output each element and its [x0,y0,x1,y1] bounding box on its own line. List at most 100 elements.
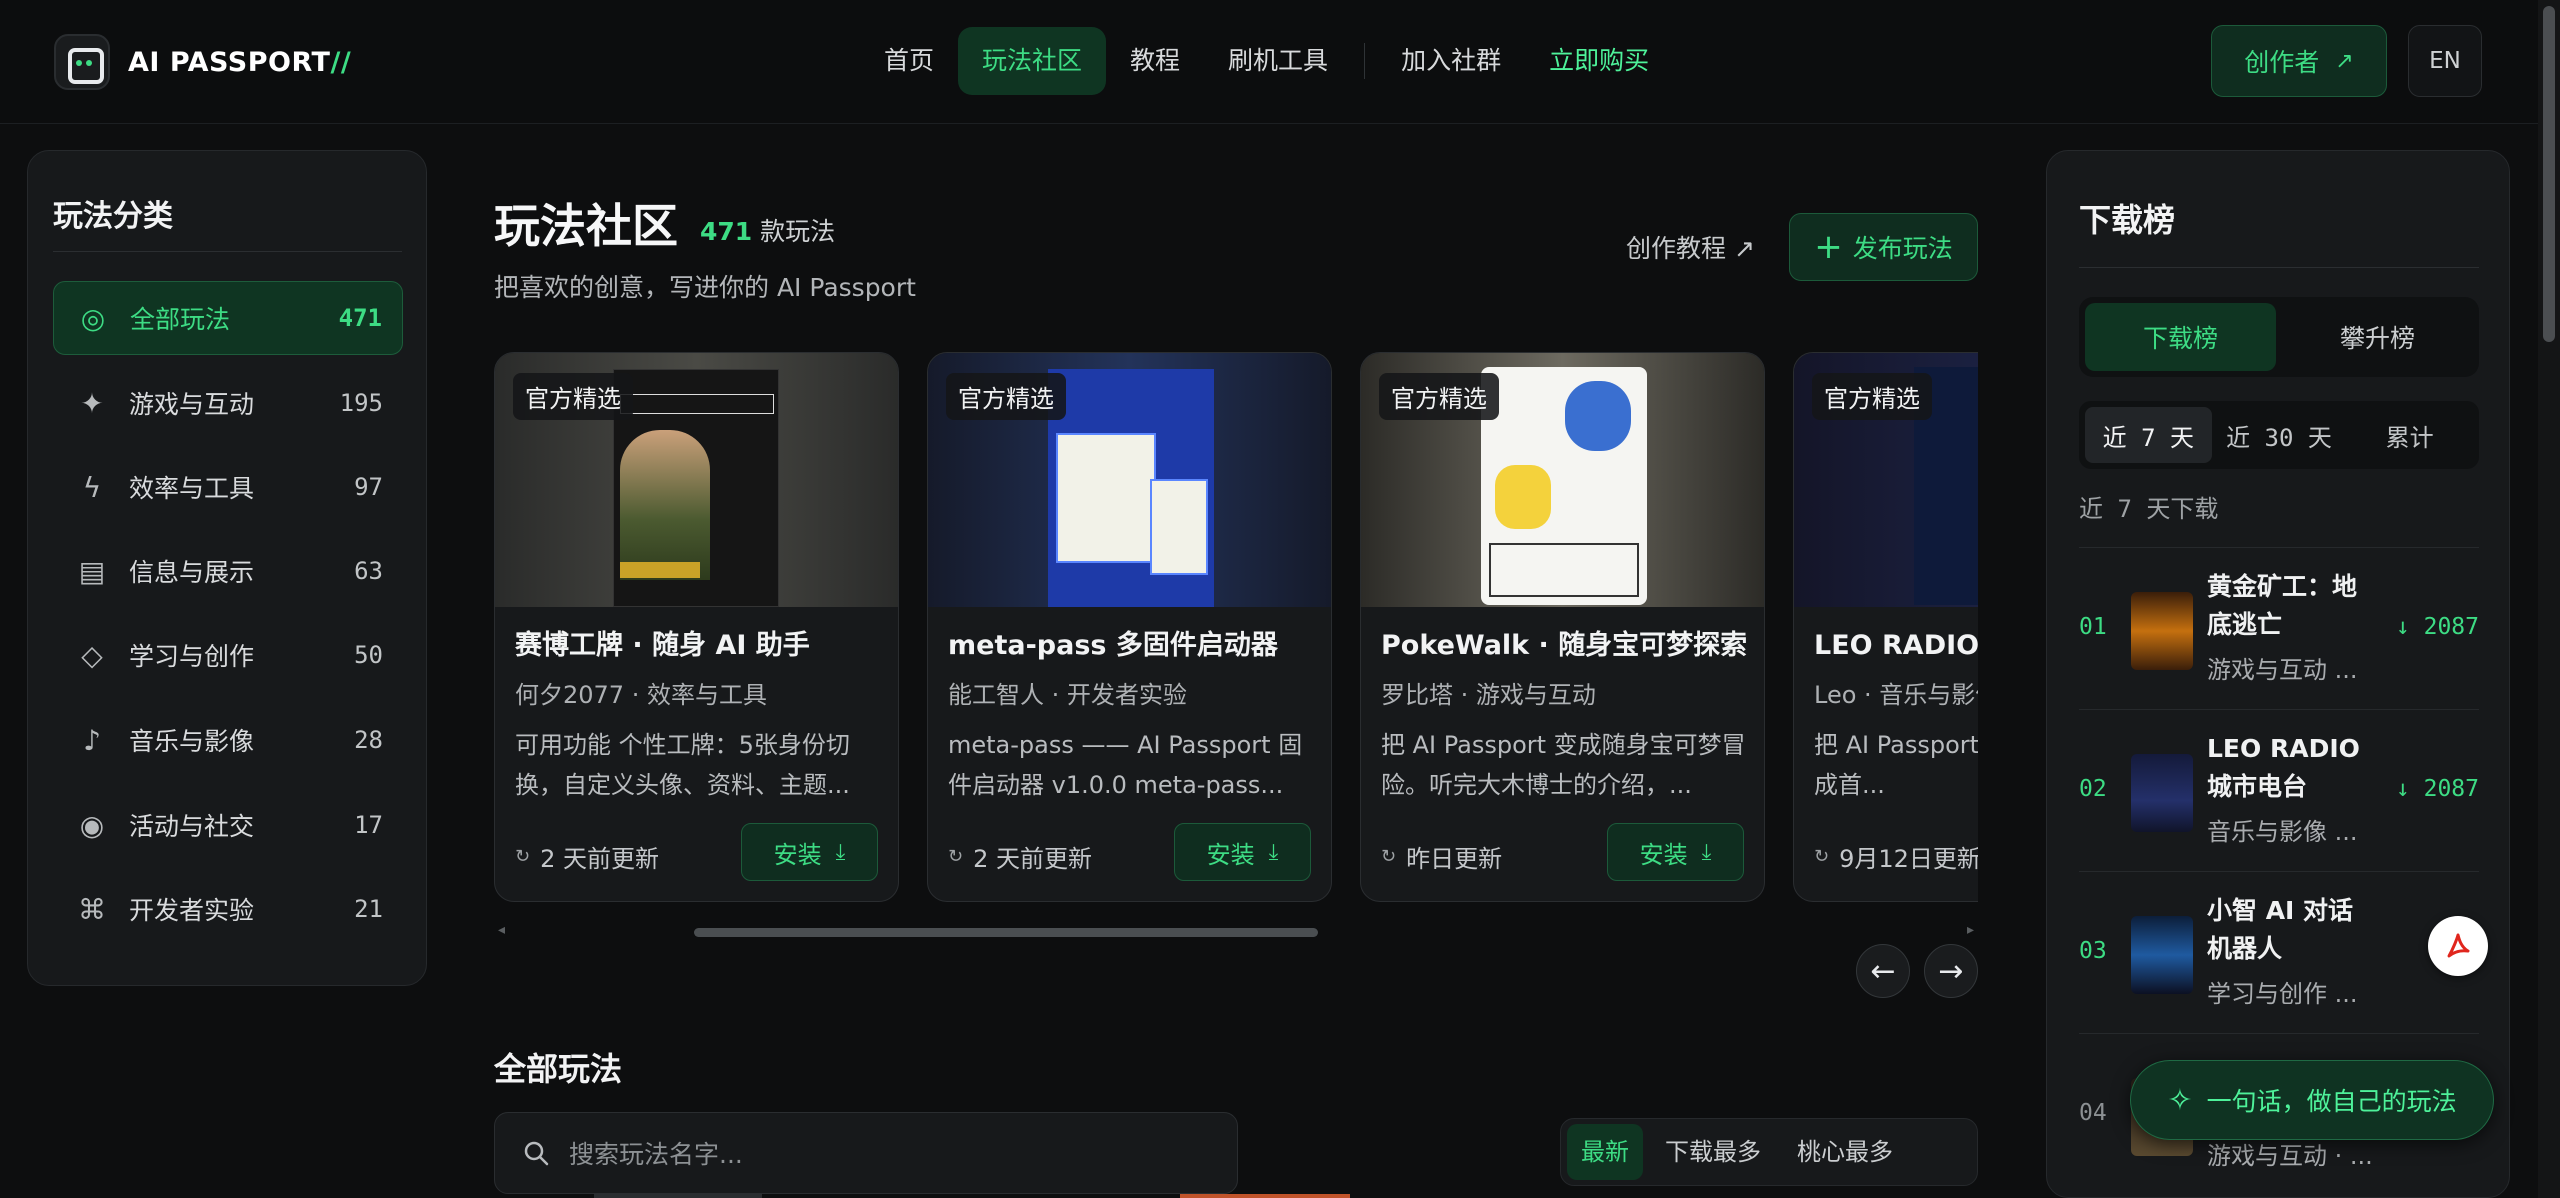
rank-name: LEO RADIO 城市电台 [2207,734,2360,801]
card-description: 把 AI Passport 变成随身宝可梦冒险。听完大木博士的介绍，... [1381,731,1746,799]
range-7-days[interactable]: 近 7 天 [2085,407,2212,463]
range-all-time[interactable]: 累计 [2346,407,2473,463]
install-button[interactable]: 安装 ⤓ [1607,823,1744,881]
card-meta: 能工智人 · 开发者实验 [948,681,1187,709]
install-button[interactable]: 安装 ⤓ [741,823,878,881]
scroll-left-icon[interactable]: ◂ [498,922,505,938]
nav-join-group[interactable]: 加入社群 [1377,27,1525,95]
category-learning[interactable]: ◇ 学习与创作 50 [53,618,403,692]
arrow-up-right-icon: ↗ [2335,48,2354,74]
sort-latest[interactable]: 最新 [1567,1124,1643,1180]
card-meta: 罗比塔 · 游戏与互动 [1381,681,1596,709]
creator-button[interactable]: 创作者 ↗ [2211,25,2387,97]
category-social[interactable]: ◉ 活动与社交 17 [53,788,403,862]
ranking-item[interactable]: 01 黄金矿工：地底逃亡 游戏与互动 ... ↓ 2087 [2079,547,2479,709]
category-count: 17 [354,811,383,839]
category-count: 28 [354,726,383,754]
rank-category: 游戏与互动 · ... [2207,1142,2373,1170]
rank-thumbnail [2131,916,2193,994]
category-productivity[interactable]: ϟ 效率与工具 97 [53,450,403,524]
scroll-right-icon[interactable]: ▸ [1967,922,1974,938]
featured-card[interactable]: 官方精选 赛博工牌 · 随身 AI 助手 何夕2077 · 效率与工具 可用功能… [494,352,899,902]
tutorial-link[interactable]: 创作教程 ↗ [1626,229,1755,265]
featured-badge: 官方精选 [513,373,633,420]
page-scrollbar[interactable] [2538,0,2560,1198]
category-label: 音乐与影像 [129,727,255,756]
target-icon: ◎ [80,301,106,335]
sort-most-likes[interactable]: 桃心最多 [1783,1124,1907,1180]
card-title[interactable]: PokeWalk · 随身宝可梦探索 [1381,623,1747,662]
install-button[interactable]: 安装 ⤓ [1174,823,1311,881]
search-icon [524,1141,549,1166]
nav-home[interactable]: 首页 [860,27,958,95]
list-icon: ▤ [78,554,106,588]
nav-divider [1364,43,1366,79]
featured-card[interactable]: 官方精选 meta-pass 多固件启动器 能工智人 · 开发者实验 meta-… [927,352,1332,902]
all-section-title: 全部玩法 [494,1050,623,1088]
scrollbar-thumb[interactable] [2543,6,2555,342]
rank-name: 小智 AI 对话机器人 [2207,896,2354,963]
nav-buy-now[interactable]: 立即购买 [1525,27,1673,95]
category-games[interactable]: ✦ 游戏与互动 195 [53,366,403,440]
search-box[interactable]: 搜索玩法名字... [494,1112,1238,1194]
ranking-item[interactable]: 02 LEO RADIO 城市电台 音乐与影像 ... ↓ 2087 [2079,709,2479,871]
total-count: 471 款玩法 [700,217,836,246]
category-label: 游戏与互动 [129,390,255,419]
sort-most-downloads[interactable]: 下载最多 [1651,1124,1775,1180]
nav-flash-tool[interactable]: 刷机工具 [1204,27,1352,95]
category-label: 效率与工具 [129,474,255,503]
refresh-icon: ↻ [1381,846,1397,867]
category-sidebar: 玩法分类 ◎ 全部玩法 471 ✦ 游戏与互动 195 ϟ 效率与工具 97 ▤… [27,150,427,986]
category-count: 21 [354,895,383,923]
language-button[interactable]: EN [2408,25,2482,97]
divider [53,251,402,252]
category-count: 63 [354,557,383,585]
nav-tutorial[interactable]: 教程 [1106,27,1204,95]
scrollbar-thumb[interactable] [694,928,1318,937]
card-updated: ↻ 2 天前更新 [948,845,1092,873]
card-title[interactable]: meta-pass 多固件启动器 [948,623,1278,662]
ranking-title: 下载榜 [2079,201,2176,239]
tab-downloads[interactable]: 下载榜 [2085,303,2276,371]
category-count: 471 [338,304,382,332]
sidebar-title: 玩法分类 [53,199,173,234]
category-count: 195 [339,389,383,417]
card-peek [1180,1194,1350,1198]
pdf-button[interactable] [2428,916,2488,976]
category-developer[interactable]: ⌘ 开发者实验 21 [53,872,403,946]
carousel-prev-button[interactable]: ← [1856,944,1910,998]
ai-create-button[interactable]: ✧ 一句话，做自己的玩法 [2130,1060,2494,1140]
category-music[interactable]: ♪ 音乐与影像 28 [53,703,403,777]
carousel-scrollbar[interactable]: ◂ ▸ [494,922,1978,938]
card-peek [594,1194,762,1198]
logo[interactable]: AI PASSPORT// [54,34,351,90]
featured-carousel[interactable]: 官方精选 赛博工牌 · 随身 AI 助手 何夕2077 · 效率与工具 可用功能… [494,352,1978,904]
refresh-icon: ↻ [948,846,964,867]
rank-downloads: ↓ 2087 [2395,776,2479,802]
card-updated: ↻ 昨日更新 [1381,845,1503,873]
category-count: 50 [354,641,383,669]
carousel-next-button[interactable]: → [1924,944,1978,998]
category-label: 开发者实验 [129,896,255,925]
card-title[interactable]: LEO RADIO 城市电台 [1814,623,1978,662]
card-updated: ↻ 2 天前更新 [515,845,659,873]
ranking-panel: 下载榜 下载榜 攀升榜 近 7 天 近 30 天 累计 近 7 天下载 01 黄… [2046,150,2510,1198]
arrow-right-icon: → [1938,953,1964,989]
search-input[interactable]: 搜索玩法名字... [569,1135,743,1171]
ranking-item[interactable]: 03 小智 AI 对话机器人 学习与创作 ... ↓ 1 [2079,871,2479,1033]
category-label: 信息与展示 [129,558,255,587]
card-title[interactable]: 赛博工牌 · 随身 AI 助手 [515,623,810,662]
featured-card[interactable]: 官方精选 PokeWalk · 随身宝可梦探索 罗比塔 · 游戏与互动 把 AI… [1360,352,1765,902]
page-subtitle: 把喜欢的创意，写进你的 AI Passport [494,273,916,302]
category-all[interactable]: ◎ 全部玩法 471 [53,281,403,355]
featured-card[interactable]: 官方精选 LEO RADIO 城市电台 Leo · 音乐与影像 把 AI Pas… [1793,352,1978,902]
nav-community[interactable]: 玩法社区 [958,27,1107,95]
arrow-left-icon: ← [1870,953,1896,989]
publish-button[interactable]: + 发布玩法 [1789,213,1978,281]
sparkle-icon: ✧ [2167,1082,2193,1118]
range-30-days[interactable]: 近 30 天 [2216,407,2343,463]
music-note-icon: ♪ [83,723,101,757]
tab-rising[interactable]: 攀升榜 [2282,303,2473,371]
category-info[interactable]: ▤ 信息与展示 63 [53,534,403,608]
ranking-caption: 近 7 天下载 [2079,495,2219,523]
